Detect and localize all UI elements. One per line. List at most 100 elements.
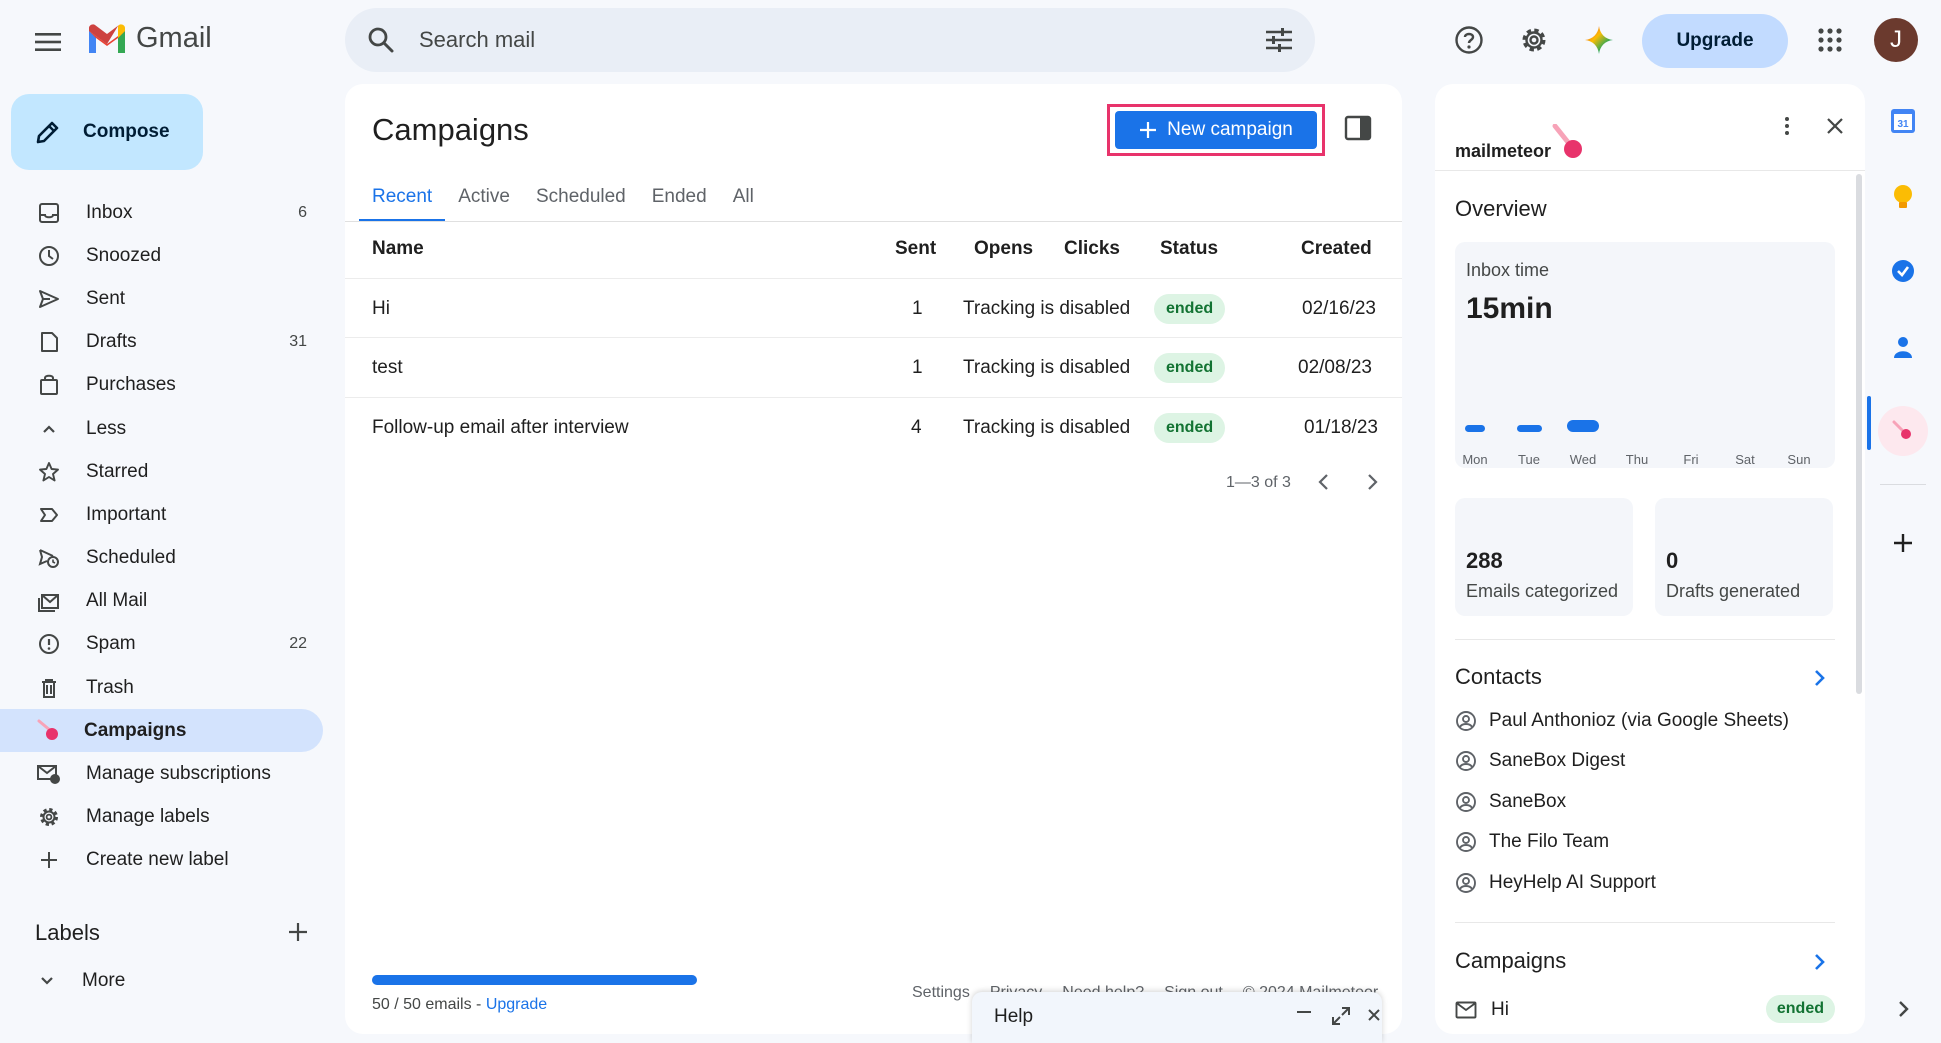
- expand-button[interactable]: [1331, 1006, 1351, 1026]
- account-avatar[interactable]: J: [1874, 18, 1918, 62]
- keep-app-button[interactable]: [1886, 180, 1920, 214]
- contact-item[interactable]: Paul Anthonioz (via Google Sheets): [1455, 710, 1789, 732]
- search-input[interactable]: [419, 20, 1219, 60]
- sidebar-item-inbox[interactable]: Inbox 6: [0, 191, 323, 234]
- sidebar-item-label: Inbox: [86, 201, 133, 223]
- close-panel-button[interactable]: [1823, 114, 1847, 138]
- sidebar-item-sent[interactable]: Sent: [0, 277, 323, 320]
- sidebar-item-label: Spam: [86, 633, 136, 655]
- quota-upgrade-link[interactable]: Upgrade: [486, 996, 547, 1013]
- spam-count: 22: [289, 635, 307, 653]
- campaign-name: Follow-up email after interview: [372, 417, 629, 438]
- sidebar-item-more[interactable]: More: [36, 970, 125, 992]
- contact-item[interactable]: SaneBox: [1455, 791, 1566, 813]
- drafts-generated-label: Drafts generated: [1666, 581, 1801, 601]
- sidebar-item-label: More: [82, 970, 126, 991]
- gemini-button[interactable]: [1579, 20, 1619, 60]
- section-divider: [1455, 922, 1835, 923]
- get-addons-button[interactable]: [1886, 526, 1920, 560]
- column-header-opens[interactable]: Opens: [974, 238, 1033, 260]
- contact-name: SaneBox: [1489, 791, 1567, 812]
- tasks-app-button[interactable]: [1886, 254, 1920, 288]
- emails-categorized-value: 288: [1466, 548, 1503, 573]
- mailmeteor-icon: [36, 718, 62, 744]
- sidebar-item-drafts[interactable]: Drafts 31: [0, 321, 323, 364]
- open-campaigns-button[interactable]: [1807, 950, 1831, 974]
- chevron-right-icon: [1815, 670, 1825, 686]
- compose-button[interactable]: Compose: [11, 94, 203, 170]
- contact-item[interactable]: HeyHelp AI Support: [1455, 872, 1656, 894]
- help-icon: [1455, 26, 1483, 54]
- sidebar-item-manage-subscriptions[interactable]: Manage subscriptions: [0, 752, 323, 795]
- panel-scrollbar[interactable]: [1856, 174, 1862, 694]
- sidebar-item-spam[interactable]: Spam 22: [0, 623, 323, 666]
- sidebar-item-create-new-label[interactable]: Create new label: [0, 839, 323, 882]
- more-vertical-icon: [1785, 117, 1789, 135]
- column-header-status[interactable]: Status: [1160, 238, 1218, 260]
- new-campaign-button[interactable]: New campaign: [1115, 111, 1317, 149]
- help-button[interactable]: [1449, 20, 1489, 60]
- section-divider: [1455, 639, 1835, 640]
- campaign-name: Hi: [372, 298, 390, 319]
- contact-item[interactable]: SaneBox Digest: [1455, 750, 1625, 772]
- column-header-created[interactable]: Created: [1301, 238, 1372, 260]
- footer-settings-link[interactable]: Settings: [912, 984, 970, 1002]
- column-header-name[interactable]: Name: [372, 238, 424, 260]
- tab-recent[interactable]: Recent: [359, 182, 446, 222]
- sidebar-item-important[interactable]: Important: [0, 493, 323, 536]
- contact-item[interactable]: The Filo Team: [1455, 831, 1609, 853]
- sidebar-item-trash[interactable]: Trash: [0, 666, 323, 709]
- tab-ended[interactable]: Ended: [639, 182, 720, 222]
- gmail-logo[interactable]: Gmail: [86, 22, 212, 55]
- meteor-icon: [1552, 124, 1583, 158]
- table-row[interactable]: Hi 1 Tracking is disabled ended 02/16/23: [345, 278, 1402, 338]
- expand-rail-button[interactable]: [1886, 992, 1920, 1026]
- table-row[interactable]: test 1 Tracking is disabled ended 02/08/…: [345, 338, 1402, 398]
- tab-scheduled[interactable]: Scheduled: [523, 182, 639, 222]
- tab-active[interactable]: Active: [445, 182, 523, 222]
- column-header-clicks[interactable]: Clicks: [1064, 238, 1120, 260]
- search-options-icon[interactable]: [1265, 28, 1293, 52]
- next-page-button[interactable]: [1360, 470, 1384, 494]
- panel-more-options-button[interactable]: [1775, 114, 1799, 138]
- settings-button[interactable]: [1514, 20, 1554, 60]
- search-icon[interactable]: [367, 26, 395, 54]
- mailmeteor-addon-button[interactable]: [1878, 406, 1928, 456]
- email-quota-progress: [372, 975, 697, 985]
- unread-count: 6: [298, 203, 307, 221]
- add-label-button[interactable]: [286, 920, 310, 944]
- sidebar-nav: Inbox 6 Snoozed Sent Drafts 31 Purchases…: [0, 191, 330, 882]
- sidebar-item-less[interactable]: Less: [0, 407, 323, 450]
- sent-count: 1: [912, 357, 923, 378]
- help-popup[interactable]: Help: [972, 992, 1382, 1043]
- sidebar-item-starred[interactable]: Starred: [0, 450, 323, 493]
- table-row[interactable]: Follow-up email after interview 4 Tracki…: [345, 398, 1402, 458]
- sidebar-item-campaigns[interactable]: Campaigns: [0, 709, 323, 753]
- upgrade-button[interactable]: Upgrade: [1642, 14, 1788, 68]
- close-help-button[interactable]: [1365, 1006, 1383, 1024]
- minimize-button[interactable]: [1294, 1006, 1314, 1026]
- column-header-sent[interactable]: Sent: [895, 238, 936, 260]
- google-apps-button[interactable]: [1810, 20, 1850, 60]
- sidebar-item-manage-labels[interactable]: Manage labels: [0, 796, 323, 839]
- sidebar-item-label: Starred: [86, 460, 149, 482]
- day-label: Mon: [1462, 452, 1488, 467]
- tracking-status: Tracking is disabled: [963, 417, 1131, 438]
- calendar-app-button[interactable]: 31: [1886, 104, 1920, 138]
- open-contacts-button[interactable]: [1807, 666, 1831, 690]
- day-label: Wed: [1569, 452, 1597, 467]
- sidebar-item-purchases[interactable]: Purchases: [0, 364, 323, 407]
- sidebar-item-scheduled[interactable]: Scheduled: [0, 537, 323, 580]
- overview-title: Overview: [1455, 196, 1547, 221]
- active-addon-indicator: [1867, 396, 1871, 450]
- sidebar-item-snoozed[interactable]: Snoozed: [0, 234, 323, 277]
- contacts-app-button[interactable]: [1886, 330, 1920, 364]
- main-menu-button[interactable]: [28, 22, 68, 62]
- toggle-side-panel-button[interactable]: [1344, 114, 1372, 142]
- tab-all[interactable]: All: [720, 182, 767, 222]
- gemini-sparkle-icon: [1585, 26, 1613, 54]
- previous-page-button[interactable]: [1312, 470, 1336, 494]
- pagination-label: 1—3 of 3: [1226, 474, 1291, 491]
- sidebar-item-all-mail[interactable]: All Mail: [0, 580, 323, 623]
- campaign-list-item[interactable]: Hi ended: [1455, 995, 1835, 1025]
